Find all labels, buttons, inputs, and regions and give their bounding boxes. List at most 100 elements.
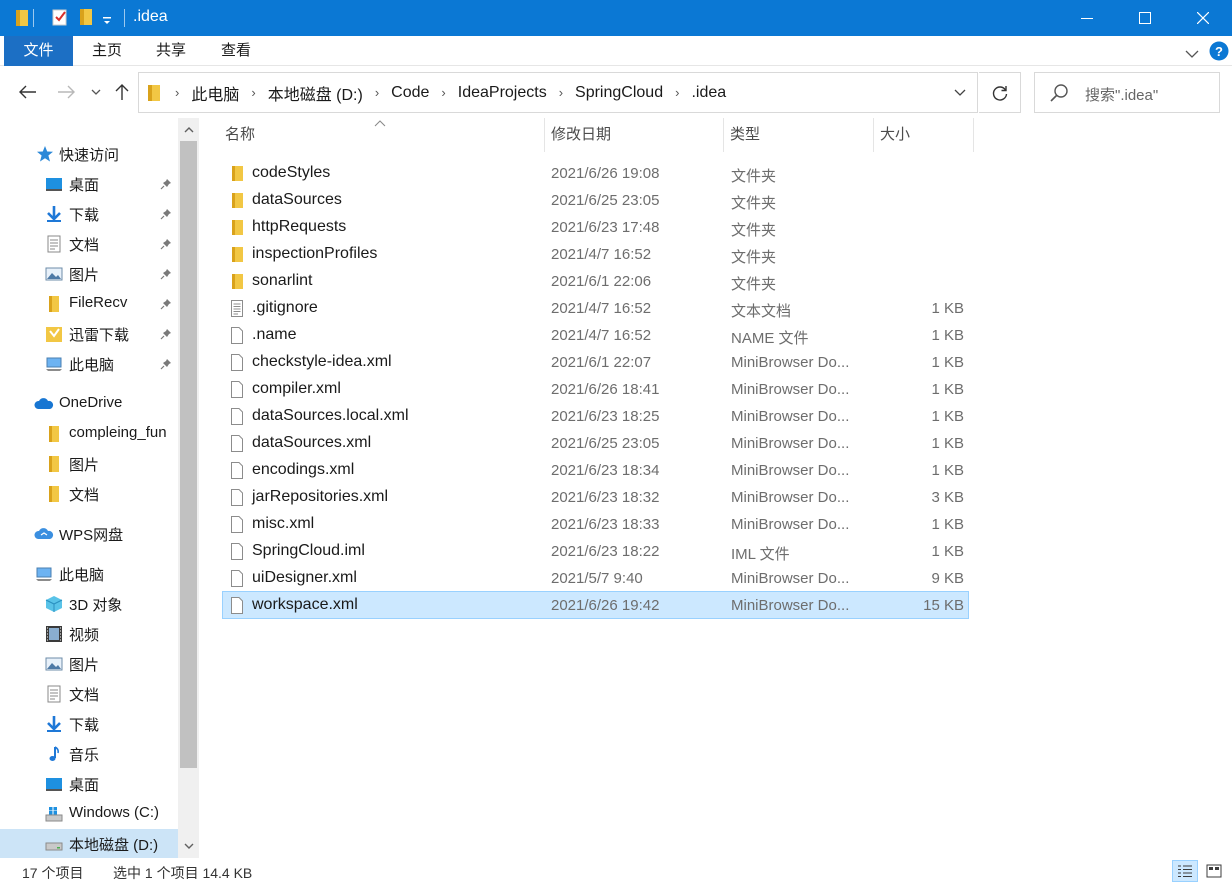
forward-button[interactable] [54, 80, 78, 104]
nav-drive-d[interactable]: 本地磁盘 (D:) [0, 829, 178, 858]
file-row[interactable]: misc.xml 2021/6/23 18:33 MiniBrowser Do.… [222, 511, 969, 538]
back-button[interactable] [16, 80, 40, 104]
nav-pictures-pinned[interactable]: 图片 [0, 259, 178, 289]
nav-label: 快速访问 [59, 147, 120, 164]
nav-3d-objects[interactable]: 3D 对象 [0, 589, 178, 619]
chevron-right-icon[interactable]: › [367, 85, 387, 100]
nav-documents-pinned[interactable]: 文档 [0, 229, 178, 259]
nav-filerecv-pinned[interactable]: FileRecv [0, 289, 178, 319]
pin-icon[interactable] [160, 267, 172, 284]
file-row[interactable]: uiDesigner.xml 2021/5/7 9:40 MiniBrowser… [222, 565, 969, 592]
tab-view[interactable]: 查看 [209, 36, 263, 66]
computer-icon [45, 355, 63, 373]
nav-onedrive-documents[interactable]: 文档 [0, 479, 178, 509]
search-input[interactable]: 搜索".idea" [1034, 72, 1220, 113]
chevron-right-icon[interactable]: › [551, 85, 571, 100]
chevron-right-icon[interactable]: › [667, 85, 687, 100]
expand-ribbon-icon[interactable] [1185, 46, 1199, 63]
nav-onedrive-pictures[interactable]: 图片 [0, 449, 178, 479]
nav-videos[interactable]: 视频 [0, 619, 178, 649]
file-row[interactable]: dataSources.xml 2021/6/25 23:05 MiniBrow… [222, 430, 969, 457]
nav-wps-cloud[interactable]: WPS网盘 [0, 519, 178, 549]
address-dropdown-icon[interactable] [953, 85, 967, 103]
file-row[interactable]: sonarlint 2021/6/1 22:06 文件夹 [222, 268, 969, 295]
tab-share[interactable]: 共享 [144, 36, 198, 66]
nav-downloads[interactable]: 下载 [0, 709, 178, 739]
file-row[interactable]: .gitignore 2021/4/7 16:52 文本文档 1 KB [222, 295, 969, 322]
customize-qa-dropdown-icon[interactable] [102, 13, 112, 30]
close-button[interactable] [1174, 0, 1232, 36]
crumb-this-pc[interactable]: 此电脑 [187, 81, 243, 105]
file-row-selected[interactable]: workspace.xml 2021/6/26 19:42 MiniBrowse… [222, 591, 969, 619]
file-row[interactable]: httpRequests 2021/6/23 17:48 文件夹 [222, 214, 969, 241]
file-icon [230, 516, 244, 537]
pin-icon[interactable] [160, 327, 172, 344]
pin-icon[interactable] [160, 207, 172, 224]
details-view-button[interactable] [1172, 860, 1198, 882]
nav-compleing-fun[interactable]: compleing_fun [0, 419, 178, 449]
pin-icon[interactable] [160, 357, 172, 374]
nav-desktop[interactable]: 桌面 [0, 769, 178, 799]
file-row[interactable]: encodings.xml 2021/6/23 18:34 MiniBrowse… [222, 457, 969, 484]
tab-home[interactable]: 主页 [80, 36, 134, 66]
address-bar[interactable]: › 此电脑 › 本地磁盘 (D:) › Code › IdeaProjects … [138, 72, 978, 113]
minimize-button[interactable] [1058, 0, 1116, 36]
scroll-up-arrow[interactable] [180, 120, 197, 140]
maximize-button[interactable] [1116, 0, 1174, 36]
nav-label: 视频 [69, 627, 100, 644]
file-row[interactable]: dataSources.local.xml 2021/6/23 18:25 Mi… [222, 403, 969, 430]
item-count: 17 个项目 [22, 865, 84, 881]
folder-icon [45, 295, 63, 313]
recent-locations-button[interactable] [84, 80, 108, 104]
nav-pictures[interactable]: 图片 [0, 649, 178, 679]
file-row[interactable]: .name 2021/4/7 16:52 NAME 文件 1 KB [222, 322, 969, 349]
crumb-code[interactable]: Code [387, 84, 433, 102]
file-row[interactable]: inspectionProfiles 2021/4/7 16:52 文件夹 [222, 241, 969, 268]
header-name[interactable]: 名称 [218, 118, 544, 152]
file-name: workspace.xml [252, 596, 358, 613]
nav-downloads-pinned[interactable]: 下载 [0, 199, 178, 229]
file-row[interactable]: SpringCloud.iml 2021/6/23 18:22 IML 文件 1… [222, 538, 969, 565]
nav-music[interactable]: 音乐 [0, 739, 178, 769]
nav-scroll-thumb[interactable] [180, 141, 197, 768]
scroll-down-arrow[interactable] [180, 836, 197, 856]
crumb-ideaprojects[interactable]: IdeaProjects [454, 84, 551, 102]
pin-icon[interactable] [160, 237, 172, 254]
tab-file[interactable]: 文件 [4, 36, 73, 66]
help-icon[interactable]: ? [1209, 41, 1229, 65]
pin-icon[interactable] [160, 177, 172, 194]
file-row[interactable]: dataSources 2021/6/25 23:05 文件夹 [222, 187, 969, 214]
large-icons-view-button[interactable] [1201, 860, 1227, 882]
refresh-button[interactable] [979, 72, 1021, 113]
selection-info: 选中 1 个项目 14.4 KB [113, 865, 253, 881]
header-divider[interactable] [973, 118, 974, 152]
file-row[interactable]: checkstyle-idea.xml 2021/6/1 22:07 MiniB… [222, 349, 969, 376]
header-size[interactable]: 大小 [873, 118, 973, 152]
nav-drive-c[interactable]: Windows (C:) [0, 799, 178, 829]
nav-desktop-pinned[interactable]: 桌面 [0, 169, 178, 199]
nav-label: OneDrive [59, 394, 123, 411]
crumb-idea[interactable]: .idea [687, 84, 730, 102]
nav-onedrive[interactable]: OneDrive [0, 389, 178, 419]
crumb-drive-d[interactable]: 本地磁盘 (D:) [264, 81, 367, 105]
nav-thunder-downloads-pinned[interactable]: 迅雷下载 [0, 319, 178, 349]
up-button[interactable] [110, 80, 134, 104]
file-row[interactable]: compiler.xml 2021/6/26 18:41 MiniBrowser… [222, 376, 969, 403]
file-row[interactable]: codeStyles 2021/6/26 19:08 文件夹 [222, 160, 969, 187]
header-type[interactable]: 类型 [723, 118, 873, 152]
new-folder-icon[interactable] [78, 8, 94, 30]
nav-this-pc[interactable]: 此电脑 [0, 559, 178, 589]
nav-quick-access[interactable]: 快速访问 [0, 139, 178, 169]
crumb-springcloud[interactable]: SpringCloud [571, 84, 667, 102]
chevron-right-icon[interactable]: › [167, 85, 187, 100]
file-type: MiniBrowser Do... [731, 354, 850, 371]
file-row[interactable]: jarRepositories.xml 2021/6/23 18:32 Mini… [222, 484, 969, 511]
nav-documents[interactable]: 文档 [0, 679, 178, 709]
pin-icon[interactable] [160, 297, 172, 314]
folder-icon [230, 273, 244, 294]
nav-this-pc-pinned[interactable]: 此电脑 [0, 349, 178, 379]
chevron-right-icon[interactable]: › [433, 85, 453, 100]
header-date[interactable]: 修改日期 [544, 118, 723, 152]
properties-icon[interactable] [52, 8, 68, 30]
chevron-right-icon[interactable]: › [243, 85, 263, 100]
